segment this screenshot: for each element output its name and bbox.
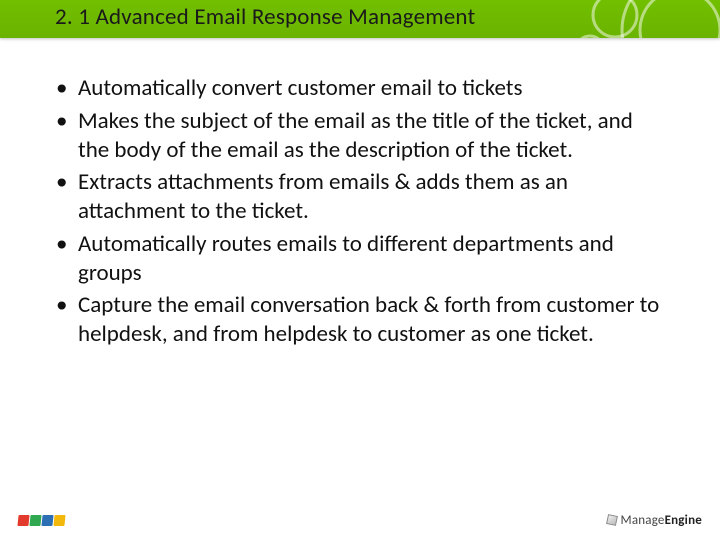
slide-header: 2. 1 Advanced Email Response Management xyxy=(0,0,720,38)
bullet-item: Capture the email conversation back & fo… xyxy=(52,291,668,349)
bullet-item: Automatically convert customer email to … xyxy=(52,74,668,103)
zoho-logo xyxy=(18,515,65,526)
cube-icon xyxy=(606,514,618,526)
slide-body: Automatically convert customer email to … xyxy=(0,38,720,349)
logo-tile xyxy=(53,515,65,526)
bullet-item: Extracts attachments from emails & adds … xyxy=(52,168,668,226)
bullet-item: Makes the subject of the email as the ti… xyxy=(52,107,668,165)
bullet-item: Automatically routes emails to different… xyxy=(52,230,668,288)
slide-title: 2. 1 Advanced Email Response Management xyxy=(55,3,475,31)
header-decoration xyxy=(530,0,720,38)
logo-tile xyxy=(29,515,41,526)
bullet-list: Automatically convert customer email to … xyxy=(52,74,668,349)
manageengine-logo: ManageEngine xyxy=(607,513,703,528)
logo-tile xyxy=(17,515,29,526)
me-logo-prefix: Manage xyxy=(621,513,665,528)
logo-tile xyxy=(41,515,53,526)
slide-footer: ManageEngine xyxy=(0,508,720,532)
me-logo-suffix: Engine xyxy=(665,513,702,528)
